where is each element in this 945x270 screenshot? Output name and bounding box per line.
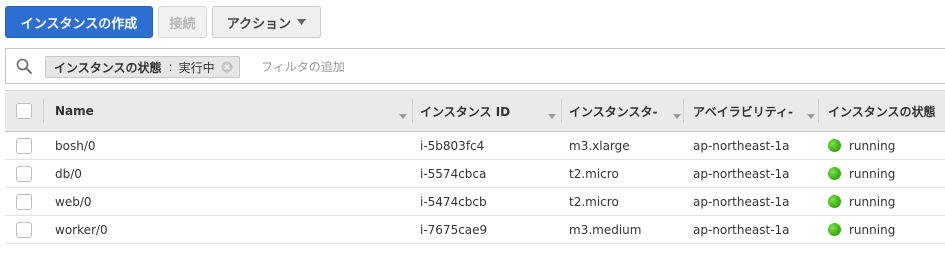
column-header-instance-state[interactable]: インスタンスの状態	[828, 91, 945, 131]
availability-zone: ap-northeast-1a	[693, 194, 790, 209]
instance-type: t2.micro	[569, 166, 619, 181]
availability-zone: ap-northeast-1a	[693, 138, 790, 153]
column-divider	[683, 99, 684, 123]
instance-state-label: running	[849, 222, 896, 237]
availability-zone: ap-northeast-1a	[693, 222, 790, 237]
column-header-availability-zone[interactable]: アベイラビリティ-	[693, 91, 817, 131]
instance-id: i-5574cbca	[420, 166, 487, 181]
filter-token-value: 実行中	[178, 60, 215, 75]
instance-name: worker/0	[55, 222, 108, 237]
column-divider	[561, 99, 562, 123]
filter-bar: インスタンスの状態 : 実行中	[5, 48, 945, 84]
instance-state: running	[828, 132, 895, 159]
select-all-checkbox[interactable]	[16, 103, 32, 119]
column-header-label: Name	[55, 104, 94, 118]
instance-state-label: running	[849, 138, 896, 153]
instance-id: i-5b803fc4	[420, 138, 485, 153]
column-header-instance-id[interactable]: インスタンス ID	[420, 91, 562, 131]
instance-type: m3.medium	[569, 222, 642, 237]
column-divider	[818, 99, 819, 123]
status-dot-icon	[828, 139, 841, 152]
row-checkbox[interactable]	[16, 222, 32, 238]
instance-id: i-5474cbcb	[420, 194, 487, 209]
launch-instance-label: インスタンスの作成	[20, 16, 138, 32]
column-header-name[interactable]: Name	[55, 91, 413, 131]
status-dot-icon	[828, 167, 841, 180]
instance-name: web/0	[55, 194, 92, 209]
sort-down-icon	[548, 108, 556, 122]
column-header-instance-type[interactable]: インスタンスタ-	[569, 91, 683, 131]
instance-state-label: running	[849, 194, 896, 209]
column-divider	[43, 99, 44, 123]
sort-down-icon	[673, 108, 681, 122]
table-row[interactable]: worker/0 i-7675cae9 m3.medium ap-northea…	[5, 216, 945, 244]
actions-label: アクション	[226, 16, 292, 32]
instance-type: m3.xlarge	[569, 138, 630, 153]
availability-zone: ap-northeast-1a	[693, 166, 790, 181]
sort-down-icon	[399, 108, 407, 122]
table-row[interactable]: bosh/0 i-5b803fc4 m3.xlarge ap-northeast…	[5, 132, 945, 160]
row-checkbox[interactable]	[16, 194, 32, 210]
launch-instance-button[interactable]: インスタンスの作成	[5, 6, 153, 38]
column-header-label: インスタンスタ-	[569, 104, 658, 119]
filter-token-key: インスタンスの状態	[54, 60, 162, 75]
column-header-label: アベイラビリティ-	[693, 104, 794, 119]
column-header-label: インスタンスの状態	[828, 104, 936, 119]
column-header-label: インスタンス ID	[420, 104, 511, 119]
instance-state: running	[828, 216, 895, 243]
instance-type: t2.micro	[569, 194, 619, 209]
instance-state-label: running	[849, 166, 896, 181]
table-header: Name インスタンス ID インスタンスタ- アベイラビリティ- インスタンス…	[5, 90, 945, 132]
column-divider	[412, 99, 413, 123]
connect-label: 接続	[169, 16, 196, 32]
instance-state: running	[828, 160, 895, 187]
instance-name: db/0	[55, 166, 82, 181]
actions-dropdown-button[interactable]: アクション	[212, 6, 321, 38]
filter-input[interactable]	[261, 57, 561, 77]
status-dot-icon	[828, 195, 841, 208]
table-row[interactable]: db/0 i-5574cbca t2.micro ap-northeast-1a…	[5, 160, 945, 188]
filter-token[interactable]: インスタンスの状態 : 実行中	[45, 56, 240, 78]
connect-button[interactable]: 接続	[158, 6, 207, 38]
filter-token-separator: :	[168, 60, 173, 74]
table-row[interactable]: web/0 i-5474cbcb t2.micro ap-northeast-1…	[5, 188, 945, 216]
instance-id: i-7675cae9	[420, 222, 488, 237]
close-circle-icon[interactable]	[221, 61, 233, 73]
instance-state: running	[828, 188, 895, 215]
sort-down-icon	[807, 108, 815, 122]
status-dot-icon	[828, 223, 841, 236]
instance-name: bosh/0	[55, 138, 96, 153]
search-icon	[16, 58, 32, 78]
chevron-down-icon	[297, 19, 307, 25]
row-checkbox[interactable]	[16, 138, 32, 154]
row-checkbox[interactable]	[16, 166, 32, 182]
